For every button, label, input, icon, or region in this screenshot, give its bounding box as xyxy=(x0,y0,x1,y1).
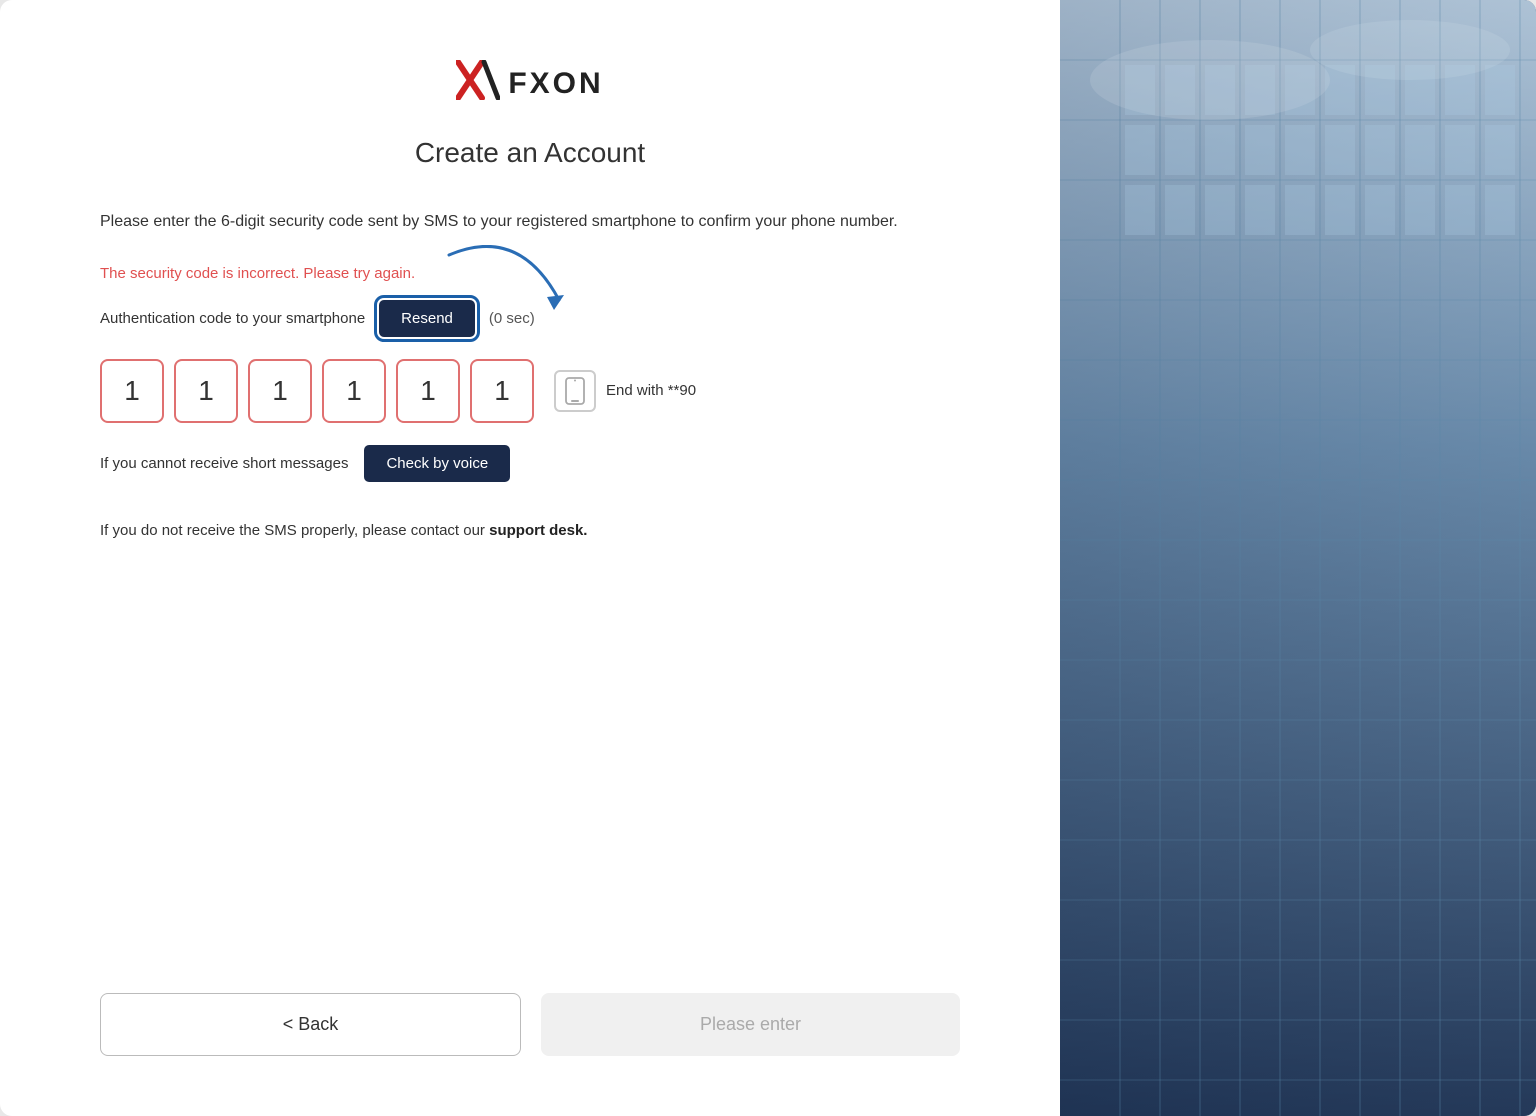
otp-row: End with **90 xyxy=(100,359,960,423)
left-panel: FXON Create an Account Please enter the … xyxy=(0,0,1060,1116)
otp-digit-2[interactable] xyxy=(174,359,238,423)
content-area: Please enter the 6-digit security code s… xyxy=(100,209,960,589)
right-panel xyxy=(1060,0,1536,1116)
background-image xyxy=(1060,0,1536,1116)
brand-name: FXON xyxy=(508,67,603,101)
support-link[interactable]: support desk. xyxy=(489,522,587,539)
logo-x-icon xyxy=(456,60,500,107)
description-text: Please enter the 6-digit security code s… xyxy=(100,209,960,235)
support-prefix: If you do not receive the SMS properly, … xyxy=(100,522,489,539)
timer-text: (0 sec) xyxy=(489,310,535,327)
phone-end-text: End with **90 xyxy=(606,382,696,399)
back-button[interactable]: < Back xyxy=(100,993,521,1056)
building-illustration xyxy=(1060,0,1536,1116)
check-by-voice-button[interactable]: Check by voice xyxy=(364,445,510,482)
support-text: If you do not receive the SMS properly, … xyxy=(100,522,960,539)
logo: FXON xyxy=(456,60,603,107)
otp-digit-5[interactable] xyxy=(396,359,460,423)
otp-digit-3[interactable] xyxy=(248,359,312,423)
resend-button[interactable]: Resend xyxy=(379,300,475,337)
phone-info: End with **90 xyxy=(554,370,696,412)
submit-button: Please enter xyxy=(541,993,960,1056)
page-title: Create an Account xyxy=(415,137,645,169)
auth-row: Authentication code to your smartphone R… xyxy=(100,300,960,337)
bottom-buttons: < Back Please enter xyxy=(100,993,960,1056)
phone-icon xyxy=(554,370,596,412)
resend-container: Resend xyxy=(379,300,475,337)
auth-label: Authentication code to your smartphone xyxy=(100,310,365,327)
otp-digit-4[interactable] xyxy=(322,359,386,423)
otp-digit-1[interactable] xyxy=(100,359,164,423)
voice-row: If you cannot receive short messages Che… xyxy=(100,445,960,482)
error-message: The security code is incorrect. Please t… xyxy=(100,265,960,282)
voice-label: If you cannot receive short messages xyxy=(100,455,348,472)
otp-digit-6[interactable] xyxy=(470,359,534,423)
